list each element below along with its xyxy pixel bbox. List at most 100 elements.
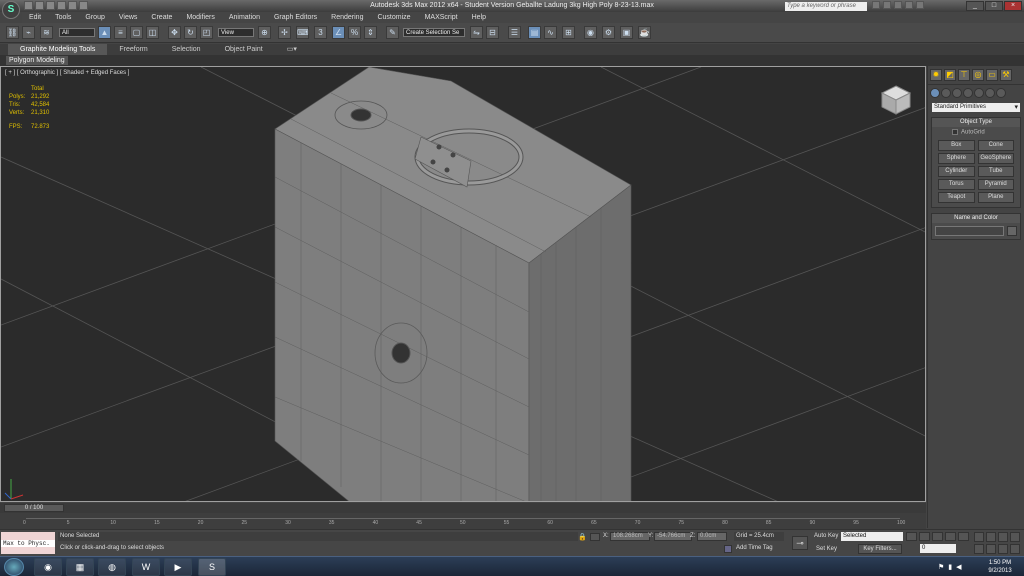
tab-object-paint[interactable]: Object Paint <box>213 44 275 55</box>
maxscript-listener[interactable]: Max to Physc. <box>1 532 55 554</box>
zoom-icon[interactable] <box>974 532 984 542</box>
display-tab-icon[interactable]: ▭ <box>986 69 998 81</box>
play-icon[interactable] <box>932 532 943 541</box>
z-coordinate-field[interactable]: 0.0cm <box>697 532 727 541</box>
subscription-icon[interactable] <box>883 1 891 9</box>
geometry-icon[interactable] <box>930 88 940 98</box>
helpers-icon[interactable] <box>974 88 984 98</box>
time-slider[interactable]: 0 / 100 <box>0 503 926 513</box>
tab-freeform[interactable]: Freeform <box>107 44 159 55</box>
bind-space-warp-icon[interactable]: ≋ <box>40 26 53 39</box>
polygon-modeling-panel[interactable]: Polygon Modeling <box>6 56 68 65</box>
cameras-icon[interactable] <box>963 88 973 98</box>
pyramid-button[interactable]: Pyramid <box>977 178 1014 190</box>
move-icon[interactable]: ✥ <box>168 26 181 39</box>
menu-tools[interactable]: Tools <box>48 12 78 23</box>
modify-tab-icon[interactable]: ◩ <box>944 69 956 81</box>
menu-create[interactable]: Create <box>144 12 179 23</box>
set-key-button[interactable]: Set Key <box>816 546 837 552</box>
volume-icon[interactable]: ◀ <box>956 563 961 571</box>
scale-icon[interactable]: ◰ <box>200 26 213 39</box>
chrome-taskbar-icon[interactable]: ◉ <box>34 558 62 576</box>
menu-graph-editors[interactable]: Graph Editors <box>267 12 324 23</box>
lights-icon[interactable] <box>952 88 962 98</box>
previous-frame-icon[interactable] <box>919 532 930 541</box>
zoom-all-icon[interactable] <box>986 532 996 542</box>
current-frame-field[interactable]: 0 <box>920 544 956 553</box>
favorites-icon[interactable] <box>905 1 913 9</box>
key-filters-button[interactable]: Key Filters... <box>858 544 902 554</box>
flag-icon[interactable]: ⚑ <box>938 563 944 571</box>
reference-coord-dropdown[interactable]: View <box>218 28 254 37</box>
rectangular-selection-icon[interactable]: ▢ <box>130 26 143 39</box>
tube-button[interactable]: Tube <box>977 165 1014 177</box>
render-setup-icon[interactable]: ⚙ <box>602 26 615 39</box>
x-coordinate-field[interactable]: 108.268cm <box>610 532 650 541</box>
percent-snap-icon[interactable]: % <box>348 26 361 39</box>
minimize-button[interactable]: _ <box>966 1 984 11</box>
viewport-label[interactable]: [ + ] [ Orthographic ] [ Shaded + Edged … <box>5 70 129 76</box>
edit-named-selection-icon[interactable]: ✎ <box>386 26 399 39</box>
menu-maxscript[interactable]: MAXScript <box>418 12 465 23</box>
layer-manager-icon[interactable]: ☰ <box>508 26 521 39</box>
3dsmax-taskbar-icon[interactable]: S <box>198 558 226 576</box>
taskbar-clock[interactable]: 1:50 PM 9/2/2013 <box>982 559 1018 575</box>
start-button[interactable] <box>4 558 24 576</box>
create-tab-icon[interactable]: ✹ <box>930 69 942 81</box>
render-production-icon[interactable]: ☕ <box>638 26 651 39</box>
named-selection-set-dropdown[interactable]: Create Selection Se <box>403 28 465 37</box>
utilities-tab-icon[interactable]: ⚒ <box>1000 69 1012 81</box>
unlink-icon[interactable]: ⌁ <box>22 26 35 39</box>
go-to-end-icon[interactable] <box>958 532 969 541</box>
hierarchy-tab-icon[interactable]: ⊤ <box>958 69 970 81</box>
select-object-icon[interactable]: ▲ <box>98 26 111 39</box>
time-slider-thumb[interactable]: 0 / 100 <box>4 504 64 512</box>
cylinder-button[interactable]: Cylinder <box>938 165 975 177</box>
rotate-icon[interactable]: ↻ <box>184 26 197 39</box>
motion-tab-icon[interactable]: ◎ <box>972 69 984 81</box>
time-tag-icon[interactable] <box>724 545 732 553</box>
select-by-name-icon[interactable]: ≡ <box>114 26 127 39</box>
orbit-icon[interactable] <box>998 544 1008 554</box>
torus-button[interactable]: Torus <box>938 178 975 190</box>
add-time-tag[interactable]: Add Time Tag <box>736 545 773 551</box>
primitive-category-dropdown[interactable]: Standard Primitives <box>932 103 1020 112</box>
angle-snap-icon[interactable]: ∠ <box>332 26 345 39</box>
material-editor-icon[interactable]: ◉ <box>584 26 597 39</box>
autogrid-checkbox[interactable]: AutoGrid <box>932 127 1020 138</box>
systems-icon[interactable] <box>996 88 1006 98</box>
auto-key-button[interactable]: Auto Key <box>814 533 838 539</box>
viewport-scene[interactable] <box>1 67 926 502</box>
menu-customize[interactable]: Customize <box>370 12 417 23</box>
go-to-start-icon[interactable] <box>906 532 917 541</box>
network-icon[interactable]: ▮ <box>948 563 952 571</box>
menu-group[interactable]: Group <box>78 12 111 23</box>
geosphere-button[interactable]: GeoSphere <box>977 152 1014 164</box>
restore-button[interactable]: □ <box>985 1 1003 11</box>
word-taskbar-icon[interactable]: W <box>132 558 160 576</box>
rollout-title[interactable]: Object Type <box>932 118 1020 127</box>
zoom-extents-all-icon[interactable] <box>1010 532 1020 542</box>
menu-modifiers[interactable]: Modifiers <box>179 12 221 23</box>
tab-selection[interactable]: Selection <box>160 44 213 55</box>
selection-filter-dropdown[interactable]: All <box>59 28 95 37</box>
space-warps-icon[interactable] <box>985 88 995 98</box>
lock-selection-icon[interactable]: 🔒 <box>578 533 587 541</box>
graphite-ribbon-icon[interactable]: ▤ <box>528 26 541 39</box>
tab-graphite-modeling-tools[interactable]: Graphite Modeling Tools <box>8 44 108 55</box>
perspective-viewport[interactable]: [ + ] [ Orthographic ] [ Shaded + Edged … <box>0 66 926 502</box>
snaps-toggle-icon[interactable]: 3 <box>314 26 327 39</box>
communication-icon[interactable] <box>894 1 902 9</box>
rollout-title[interactable]: Name and Color <box>932 213 1020 223</box>
search-icon[interactable] <box>872 1 880 9</box>
help-search-input[interactable]: Type a keyword or phrase <box>785 2 867 11</box>
cone-button[interactable]: Cone <box>977 139 1014 151</box>
close-button[interactable]: × <box>1004 1 1022 11</box>
explorer-taskbar-icon[interactable]: ▦ <box>66 558 94 576</box>
window-crossing-icon[interactable]: ◫ <box>146 26 159 39</box>
menu-help[interactable]: Help <box>465 12 493 23</box>
steam-taskbar-icon[interactable]: ◍ <box>98 558 126 576</box>
mirror-icon[interactable]: ⇋ <box>470 26 483 39</box>
menu-views[interactable]: Views <box>112 12 145 23</box>
help-icon[interactable] <box>916 1 924 9</box>
